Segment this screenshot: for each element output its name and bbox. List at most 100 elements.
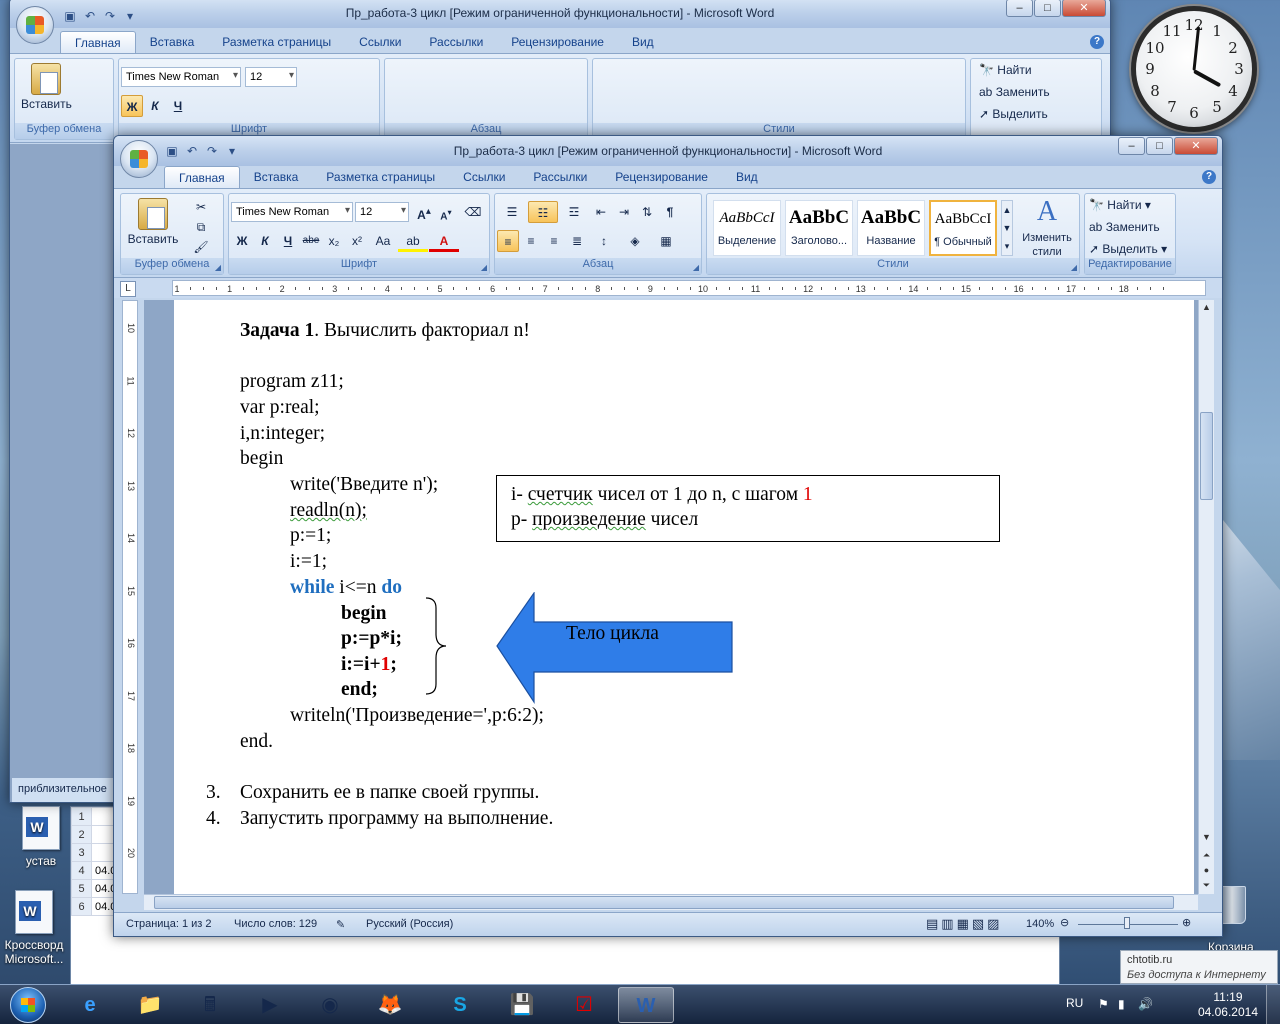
word-count[interactable]: Число слов: 129: [234, 918, 317, 930]
loop-body-arrow[interactable]: [496, 592, 736, 704]
desktop-icon-ustav[interactable]: устав: [4, 806, 78, 868]
sort-icon[interactable]: ⇅: [636, 201, 658, 223]
media-icon[interactable]: ▶: [242, 987, 298, 1023]
prev-page-icon[interactable]: ⏶: [1199, 848, 1214, 863]
tab-mailings[interactable]: Рассылки: [519, 166, 601, 188]
style-heading[interactable]: AaBbC Заголово...: [785, 200, 853, 256]
underline-button[interactable]: Ч: [277, 230, 299, 252]
subscript-button[interactable]: x₂: [323, 230, 345, 252]
calculator-icon[interactable]: 🖩: [182, 987, 238, 1023]
network-icon[interactable]: ▮: [1118, 997, 1125, 1011]
paste-button[interactable]: Вставить: [127, 198, 179, 246]
vertical-ruler[interactable]: 10 11 12 13 14 15 16 17 18 19 20: [122, 300, 138, 894]
tab-home[interactable]: Главная: [164, 166, 240, 188]
zoom-slider-thumb[interactable]: [1124, 917, 1130, 929]
change-case-button[interactable]: Aa: [369, 230, 397, 252]
clear-format-icon[interactable]: ⌫: [461, 201, 485, 223]
input-language[interactable]: RU: [1066, 996, 1083, 1010]
borders-icon[interactable]: ▦: [651, 230, 681, 252]
dialog-launcher-icon[interactable]: ◢: [693, 263, 699, 272]
bold-button[interactable]: Ж: [121, 95, 143, 117]
multilevel-list-icon[interactable]: ☲: [559, 201, 589, 223]
styles-scroll[interactable]: ▲ ▼ ▾: [1001, 200, 1013, 256]
bullets-icon[interactable]: ☰: [497, 201, 527, 223]
internet-explorer-icon[interactable]: e: [62, 987, 118, 1023]
shrink-font-icon[interactable]: A▾: [435, 201, 457, 223]
language[interactable]: Русский (Россия): [366, 918, 453, 930]
word-window[interactable]: Пр_работа-3 цикл [Режим ограниченной фун…: [113, 135, 1223, 937]
tab-references[interactable]: Ссылки: [449, 166, 519, 188]
zoom-out-icon[interactable]: ⊖: [1060, 916, 1069, 929]
style-emphasis[interactable]: AaBbCcI Выделение: [713, 200, 781, 256]
page-count[interactable]: Страница: 1 из 2: [126, 918, 212, 930]
check-icon[interactable]: ☑: [556, 987, 612, 1023]
desktop-icon-crossword[interactable]: Кроссворд Microsoft...: [0, 890, 72, 966]
maximize-button[interactable]: □: [1034, 0, 1061, 17]
strikethrough-button[interactable]: abe: [300, 230, 322, 252]
skype-icon[interactable]: S: [432, 987, 488, 1023]
next-page-icon[interactable]: ⏷: [1199, 878, 1214, 893]
superscript-button[interactable]: x²: [346, 230, 368, 252]
select-button[interactable]: ➚ Выделить ▾: [1089, 242, 1167, 256]
scroll-down-icon[interactable]: ▼: [1199, 830, 1214, 845]
highlight-color-icon[interactable]: ab: [398, 230, 428, 252]
increase-indent-icon[interactable]: ⇥: [613, 201, 635, 223]
help-icon[interactable]: ?: [1202, 170, 1216, 184]
grow-font-icon[interactable]: A▴: [413, 201, 435, 223]
italic-button[interactable]: К: [254, 230, 276, 252]
paste-button[interactable]: Вставить: [21, 63, 72, 111]
decrease-indent-icon[interactable]: ⇤: [590, 201, 612, 223]
tab-page-layout[interactable]: Разметка страницы: [312, 166, 449, 188]
customize-qat-icon[interactable]: ▾: [224, 143, 240, 159]
italic-button[interactable]: К: [144, 95, 166, 117]
tab-review[interactable]: Рецензирование: [601, 166, 722, 188]
note-textbox[interactable]: i- счетчик чисел от 1 до n, с шагом 1 p-…: [496, 475, 1000, 542]
replace-button[interactable]: ab Заменить: [1089, 220, 1160, 234]
style-normal[interactable]: AaBbCcI ¶ Обычный: [929, 200, 997, 256]
tab-insert[interactable]: Вставка: [240, 166, 313, 188]
document-area[interactable]: Задача 1. Вычислить факториал n! program…: [144, 300, 1200, 894]
horizontal-ruler[interactable]: 1 1 2 3 4 5 6 7 8 9 10 11 12 13 14 15 16 17 18: [172, 280, 1206, 296]
font-family-combo[interactable]: Times New Roman: [121, 67, 241, 87]
scroll-up-icon[interactable]: ▲: [1199, 300, 1214, 315]
zoom-level[interactable]: 140%: [1026, 918, 1054, 930]
shading-icon[interactable]: ◈: [620, 230, 650, 252]
clock-gadget[interactable]: 12 1 2 3 4 5 6 7 8 9 10 11: [1131, 6, 1257, 132]
cut-icon[interactable]: ✂: [191, 196, 211, 218]
font-color-icon[interactable]: A: [429, 230, 459, 252]
volume-icon[interactable]: 🔊: [1138, 997, 1153, 1011]
maximize-button[interactable]: □: [1146, 137, 1173, 155]
select-button[interactable]: ➚ Выделить: [979, 107, 1048, 121]
close-button[interactable]: ✕: [1174, 137, 1218, 155]
redo-icon[interactable]: ↷: [102, 8, 118, 24]
dialog-launcher-icon[interactable]: ◢: [481, 263, 487, 272]
title-bar[interactable]: Пр_работа-3 цикл [Режим ограниченной фун…: [114, 136, 1222, 166]
replace-button[interactable]: ab Заменить: [979, 85, 1050, 99]
close-button[interactable]: ✕: [1062, 0, 1106, 17]
line-spacing-icon[interactable]: ↕: [589, 230, 619, 252]
tab-view[interactable]: Вид: [618, 31, 668, 53]
underline-button[interactable]: Ч: [167, 95, 189, 117]
change-styles-button[interactable]: A Изменить стили: [1017, 196, 1077, 258]
format-painter-icon[interactable]: 🖌: [191, 236, 211, 258]
tab-view[interactable]: Вид: [722, 166, 772, 188]
document-page[interactable]: Задача 1. Вычислить факториал n! program…: [174, 300, 1194, 894]
font-family-combo[interactable]: Times New Roman: [231, 202, 353, 222]
firefox-icon[interactable]: 🦊: [362, 987, 418, 1023]
start-button[interactable]: [4, 986, 52, 1024]
tab-insert[interactable]: Вставка: [136, 31, 209, 53]
show-marks-icon[interactable]: ¶: [659, 201, 681, 223]
scroll-thumb[interactable]: [154, 896, 1174, 909]
tab-references[interactable]: Ссылки: [345, 31, 415, 53]
align-left-icon[interactable]: ≡: [497, 230, 519, 252]
minimize-button[interactable]: –: [1118, 137, 1145, 155]
action-center-icon[interactable]: ⚑: [1098, 997, 1109, 1011]
office-button[interactable]: [120, 140, 158, 178]
bold-button[interactable]: Ж: [231, 230, 253, 252]
style-title[interactable]: AaBbC Название: [857, 200, 925, 256]
explorer-icon[interactable]: 📁: [122, 987, 178, 1023]
help-icon[interactable]: ?: [1090, 35, 1104, 49]
tab-page-layout[interactable]: Разметка страницы: [208, 31, 345, 53]
zoom-in-icon[interactable]: ⊕: [1182, 916, 1191, 929]
font-size-combo[interactable]: 12: [355, 202, 409, 222]
